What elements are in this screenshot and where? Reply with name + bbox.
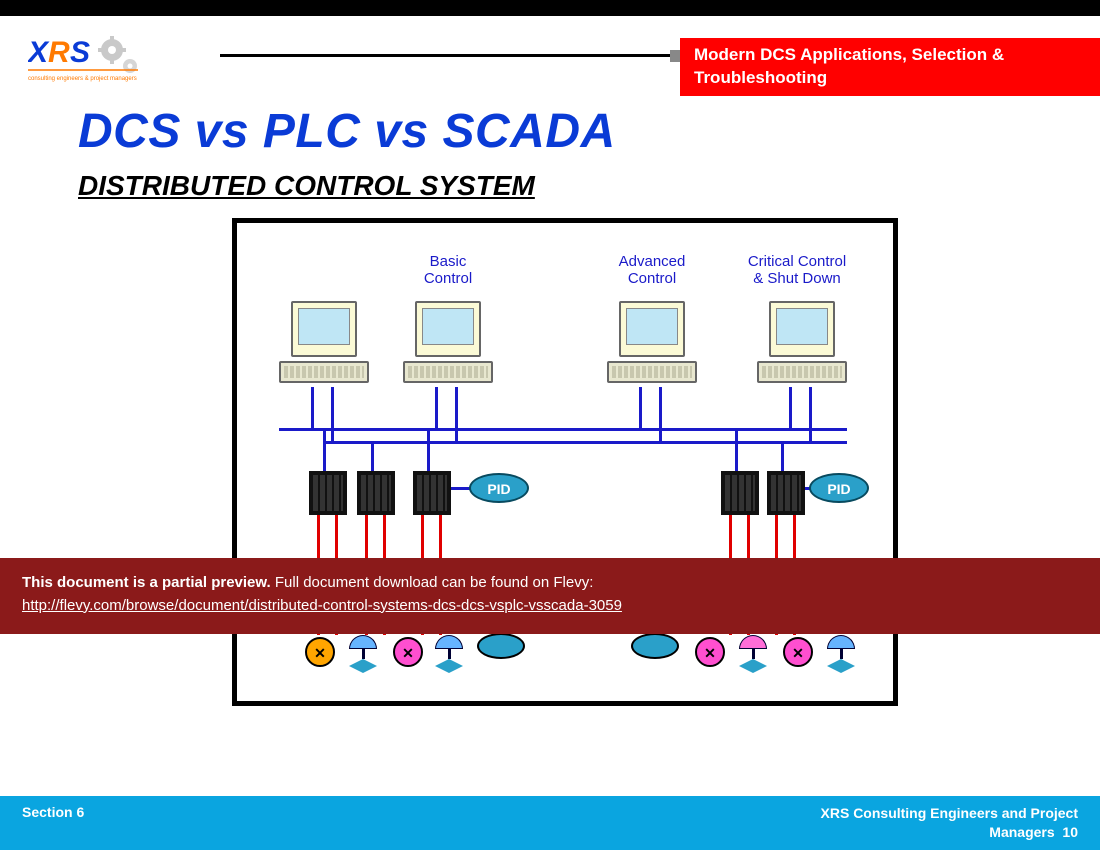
workstation-icon — [607, 301, 697, 387]
workstation-icon — [403, 301, 493, 387]
drop-line — [323, 428, 326, 471]
controller-module-icon — [413, 471, 451, 515]
preview-banner-link[interactable]: http://flevy.com/browse/document/distrib… — [22, 597, 622, 614]
drop-line — [371, 441, 374, 471]
slide-title: DCS vs PLC vs SCADA — [78, 104, 616, 159]
pid-block: PID — [469, 473, 529, 503]
controller-module-icon — [721, 471, 759, 515]
slide-subtitle: DISTRIBUTED CONTROL SYSTEM — [78, 170, 535, 202]
svg-text:R: R — [48, 36, 70, 69]
drop-line — [735, 428, 738, 471]
valve-icon — [739, 635, 767, 673]
network-bus-line — [323, 441, 847, 444]
network-bus-line — [279, 428, 847, 431]
svg-text:consulting engineers & project: consulting engineers & project managers — [28, 76, 137, 82]
controller-module-icon — [309, 471, 347, 515]
drop-line — [427, 428, 430, 471]
valve-icon — [349, 635, 377, 673]
sensor-icon — [393, 637, 423, 667]
drop-line — [781, 441, 784, 471]
pid-block: PID — [809, 473, 869, 503]
drop-line — [639, 387, 642, 428]
drop-line — [435, 387, 438, 428]
pid-field-icon — [631, 633, 679, 659]
drop-line — [789, 387, 792, 428]
preview-banner: This document is a partial preview. Full… — [0, 558, 1100, 634]
valve-icon — [827, 635, 855, 673]
svg-text:S: S — [70, 36, 90, 69]
connector-line — [451, 487, 471, 490]
diagram-label-basic: BasicControl — [403, 253, 493, 288]
footer-org-line2: Managers — [989, 824, 1054, 840]
drop-line — [311, 387, 314, 428]
drop-line — [659, 387, 662, 441]
xrs-logo: X R S consulting engineers & project man… — [28, 34, 163, 89]
workstation-icon — [757, 301, 847, 387]
sensor-icon — [305, 637, 335, 667]
drop-line — [809, 387, 812, 441]
svg-text:X: X — [28, 36, 50, 69]
footer-page-number: 10 — [1062, 824, 1078, 840]
top-black-bar — [0, 0, 1100, 16]
course-title-banner: Modern DCS Applications, Selection & Tro… — [680, 38, 1100, 96]
footer-org-line1: XRS Consulting Engineers and Project — [821, 805, 1078, 821]
drop-line — [455, 387, 458, 441]
diagram-label-advanced: AdvancedControl — [607, 253, 697, 288]
header: X R S consulting engineers & project man… — [0, 16, 1100, 104]
footer-section-label: Section 6 — [22, 804, 84, 820]
sensor-icon — [695, 637, 725, 667]
controller-module-icon — [767, 471, 805, 515]
sensor-icon — [783, 637, 813, 667]
preview-banner-rest: Full document download can be found on F… — [271, 574, 594, 591]
footer-org: XRS Consulting Engineers and Project Man… — [821, 804, 1078, 842]
course-title-text: Modern DCS Applications, Selection & Tro… — [694, 45, 1004, 87]
footer: Section 6 XRS Consulting Engineers and P… — [0, 796, 1100, 850]
pid-field-icon — [477, 633, 525, 659]
valve-icon — [435, 635, 463, 673]
controller-module-icon — [357, 471, 395, 515]
diagram-label-critical: Critical Control& Shut Down — [727, 253, 867, 288]
workstation-icon — [279, 301, 369, 387]
preview-banner-bold: This document is a partial preview. — [22, 574, 271, 591]
drop-line — [331, 387, 334, 441]
